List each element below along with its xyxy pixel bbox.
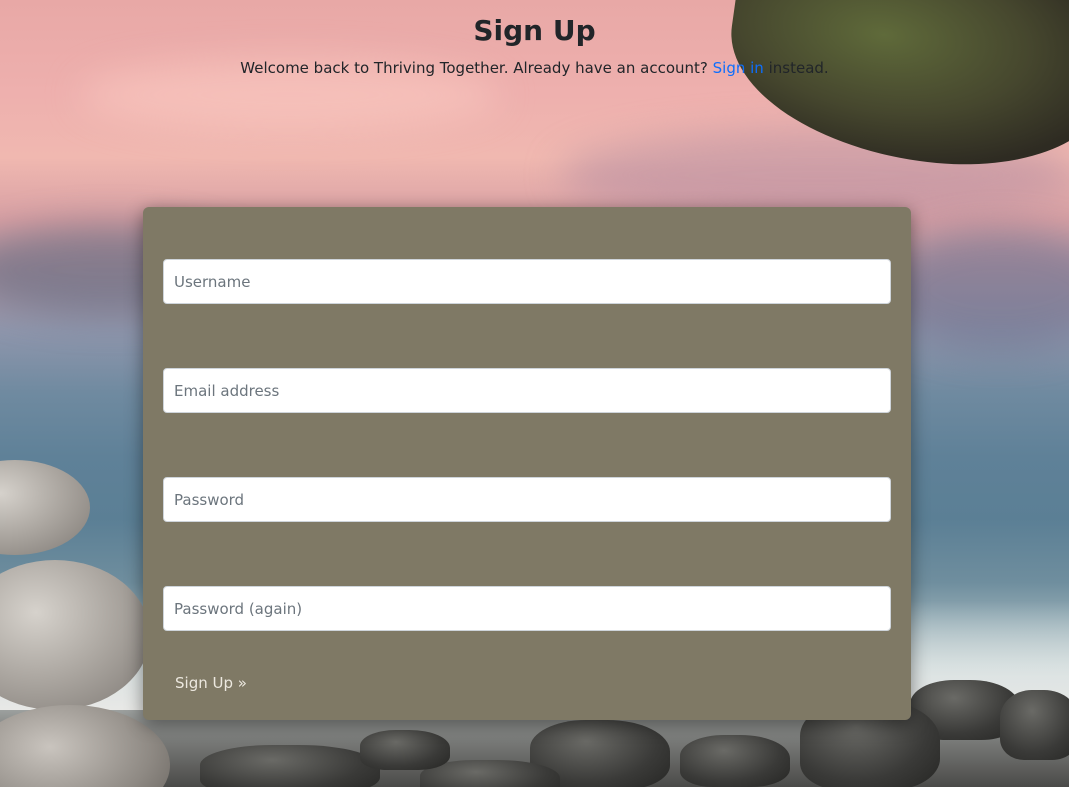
email-input[interactable] [163, 368, 891, 413]
subtitle-suffix: instead. [768, 59, 829, 77]
sign-up-button[interactable]: Sign Up » [163, 665, 259, 701]
stacked-stone [0, 460, 90, 555]
shore-rock [680, 735, 790, 787]
shore-rock [200, 745, 380, 787]
password-input[interactable] [163, 477, 891, 522]
page-header: Sign Up Welcome back to Thriving Togethe… [0, 12, 1069, 78]
password-again-input[interactable] [163, 586, 891, 631]
shore-rock [360, 730, 450, 770]
subtitle-text: Welcome back to Thriving Together. Alrea… [240, 59, 708, 77]
shore-rock [1000, 690, 1069, 760]
signup-page: Sign Up Welcome back to Thriving Togethe… [0, 0, 1069, 787]
page-title: Sign Up [473, 14, 596, 47]
page-subtitle: Welcome back to Thriving Together. Alrea… [0, 58, 1069, 78]
sign-in-link[interactable]: Sign in [713, 59, 764, 77]
signup-form-card: Sign Up » [143, 207, 911, 720]
username-input[interactable] [163, 259, 891, 304]
